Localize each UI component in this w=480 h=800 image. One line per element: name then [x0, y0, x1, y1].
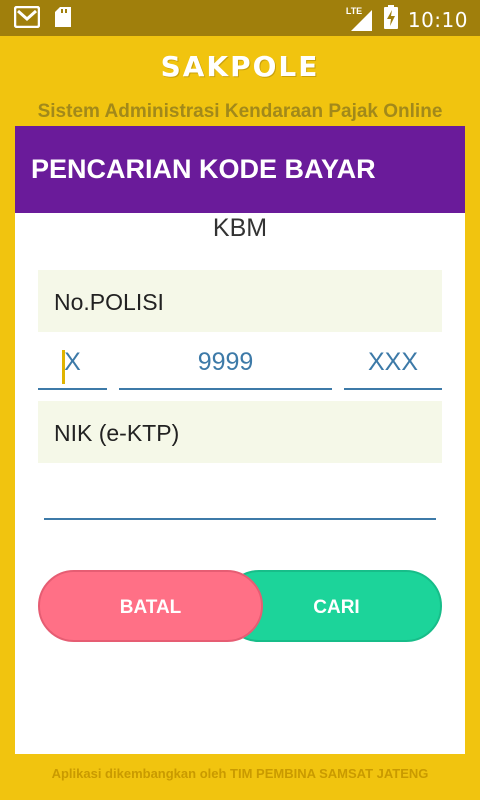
plate-prefix-input[interactable]: X [38, 348, 107, 390]
text-cursor [62, 350, 65, 384]
plate-prefix-placeholder: X [64, 348, 81, 376]
nik-input[interactable] [44, 478, 436, 518]
nik-label-box: NIK (e-KTP) [38, 401, 442, 463]
app-subtitle: Sistem Administrasi Kendaraan Pajak Onli… [37, 101, 443, 122]
nik-label: NIK (e-KTP) [54, 420, 180, 446]
plate-number-input[interactable]: 9999 [119, 348, 332, 390]
vehicle-category-label: KBM [212, 214, 268, 242]
app-brand: SAKPOLE [160, 50, 320, 83]
plate-suffix-placeholder: XXX [367, 348, 419, 376]
card-header: PENCARIAN KODE BAYAR [15, 126, 465, 213]
plate-number-label-box: No.POLISI [38, 270, 442, 332]
cancel-button[interactable]: BATAL [38, 570, 263, 642]
gmail-icon [13, 5, 41, 33]
plate-number-placeholder: 9999 [197, 348, 254, 376]
status-bar: LTE 10:10 [0, 0, 480, 36]
plate-suffix-input[interactable]: XXX [344, 348, 442, 390]
plate-number-label: No.POLISI [54, 289, 164, 315]
signal-icon: LTE [346, 6, 374, 32]
clock: 10:10 [407, 7, 468, 32]
page-title: PENCARIAN KODE BAYAR [31, 154, 376, 184]
sd-card-icon [54, 6, 72, 33]
footer-credit: Aplikasi dikembangkan oleh TIM PEMBINA S… [51, 766, 429, 781]
nik-input-underline [44, 518, 436, 520]
search-card: PENCARIAN KODE BAYAR KBM No.POLISI X 999… [15, 126, 465, 754]
battery-charging-icon [383, 5, 398, 34]
